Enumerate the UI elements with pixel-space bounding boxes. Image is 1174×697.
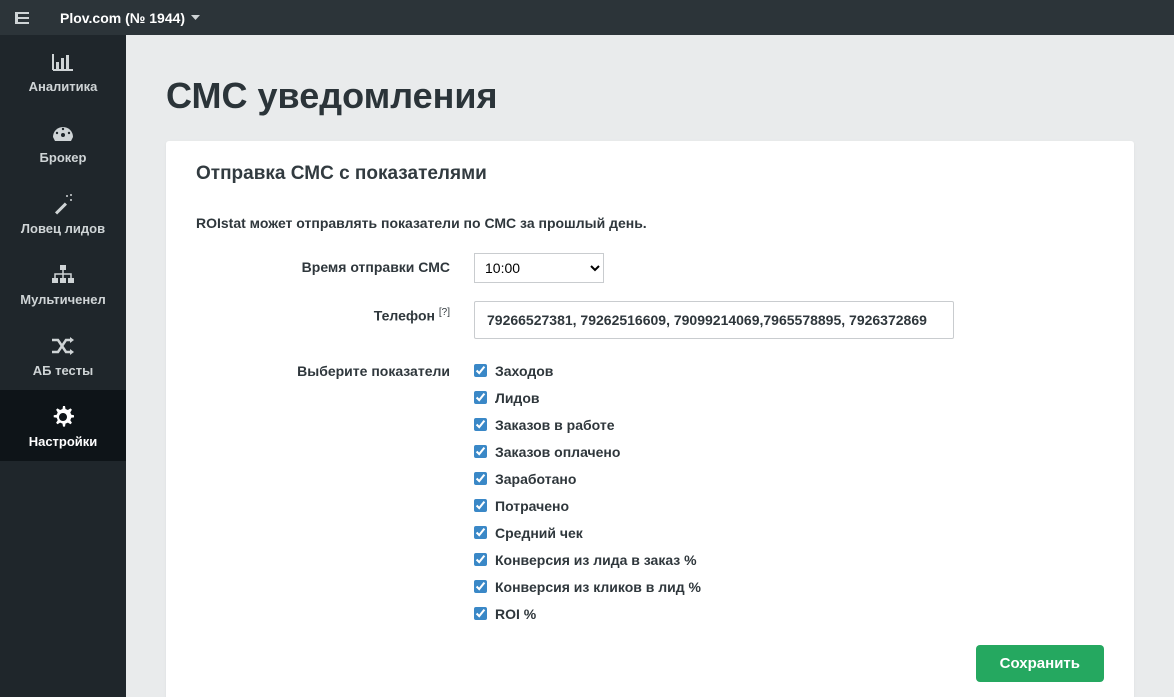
card-title: Отправка СМС с показателями [196,163,1104,185]
sidebar-toggle-icon[interactable] [8,12,36,24]
metric-checkbox[interactable] [474,553,487,566]
row-time: Время отправки СМС 10:00 [196,253,1104,283]
metric-checkbox[interactable] [474,472,487,485]
metric-label: Конверсия из кликов в лид % [495,579,701,595]
chevron-down-icon [191,12,200,24]
metric-item[interactable]: Заказов в работе [474,411,701,438]
phone-input[interactable] [474,301,954,339]
metric-checkbox[interactable] [474,364,487,377]
sidebar-item-label: АБ тесты [4,363,122,378]
metric-checkbox[interactable] [474,418,487,431]
row-metrics: Выберите показатели Заходов Лидов Заказов … [196,357,1104,627]
metric-checkbox[interactable] [474,499,487,512]
sidebar-item-label: Мультиченел [4,292,122,307]
sidebar-item-abtests[interactable]: АБ тесты [0,319,126,390]
label-time: Время отправки СМС [196,253,474,283]
topbar: Plov.com (№ 1944) [0,0,1174,35]
metric-item[interactable]: Заработано [474,465,701,492]
metric-label: Заходов [495,363,553,379]
metric-label: Заказов в работе [495,417,615,433]
metric-checkbox[interactable] [474,526,487,539]
form-actions: Сохранить [196,645,1104,682]
org-chart-icon [4,262,122,288]
metric-item[interactable]: Заказов оплачено [474,438,701,465]
project-title: Plov.com (№ 1944) [60,10,185,26]
main-content: СМС уведомления Отправка СМС с показател… [126,35,1174,697]
time-select[interactable]: 10:00 [474,253,604,283]
metric-checkbox[interactable] [474,607,487,620]
metric-item[interactable]: Потрачено [474,492,701,519]
row-phone: Телефон [?] [196,301,1104,339]
sidebar-item-label: Аналитика [4,79,122,94]
gear-icon [4,404,122,430]
settings-card: Отправка СМС с показателями ROIstat може… [166,141,1134,697]
metric-checkbox[interactable] [474,391,487,404]
metric-checkbox[interactable] [474,445,487,458]
metric-item[interactable]: Средний чек [474,519,701,546]
sidebar-item-multichannel[interactable]: Мультиченел [0,248,126,319]
sidebar-item-label: Настройки [4,434,122,449]
save-button[interactable]: Сохранить [976,645,1104,682]
metric-checkbox[interactable] [474,580,487,593]
bar-chart-icon [4,49,122,75]
sidebar-item-settings[interactable]: Настройки [0,390,126,461]
metric-item[interactable]: Конверсия из лида в заказ % [474,546,701,573]
sidebar: Аналитика Брокер Ловец лидов Мультиченел [0,35,126,697]
metric-label: Лидов [495,390,539,406]
metrics-list: Заходов Лидов Заказов в работе Заказов опла… [474,357,701,627]
metric-item[interactable]: ROI % [474,600,701,627]
sidebar-item-analytics[interactable]: Аналитика [0,35,126,106]
metric-label: Заработано [495,471,576,487]
metric-label: Конверсия из лида в заказ % [495,552,697,568]
metric-item[interactable]: Заходов [474,357,701,384]
sidebar-item-label: Ловец лидов [4,221,122,236]
sidebar-item-leads[interactable]: Ловец лидов [0,177,126,248]
sidebar-item-broker[interactable]: Брокер [0,106,126,177]
label-phone-text: Телефон [374,308,435,324]
card-lead: ROIstat может отправлять показатели по С… [196,215,1104,231]
wand-icon [4,191,122,217]
metric-label: ROI % [495,606,536,622]
project-selector[interactable]: Plov.com (№ 1944) [60,10,200,26]
metric-item[interactable]: Конверсия из кликов в лид % [474,573,701,600]
metric-item[interactable]: Лидов [474,384,701,411]
page-title: СМС уведомления [166,75,1134,117]
gauge-icon [4,120,122,146]
shuffle-icon [4,333,122,359]
metric-label: Потрачено [495,498,569,514]
sidebar-item-label: Брокер [4,150,122,165]
phone-help-icon[interactable]: [?] [439,307,450,318]
metric-label: Заказов оплачено [495,444,620,460]
label-metrics: Выберите показатели [196,357,474,379]
metric-label: Средний чек [495,525,583,541]
label-phone: Телефон [?] [196,301,474,339]
